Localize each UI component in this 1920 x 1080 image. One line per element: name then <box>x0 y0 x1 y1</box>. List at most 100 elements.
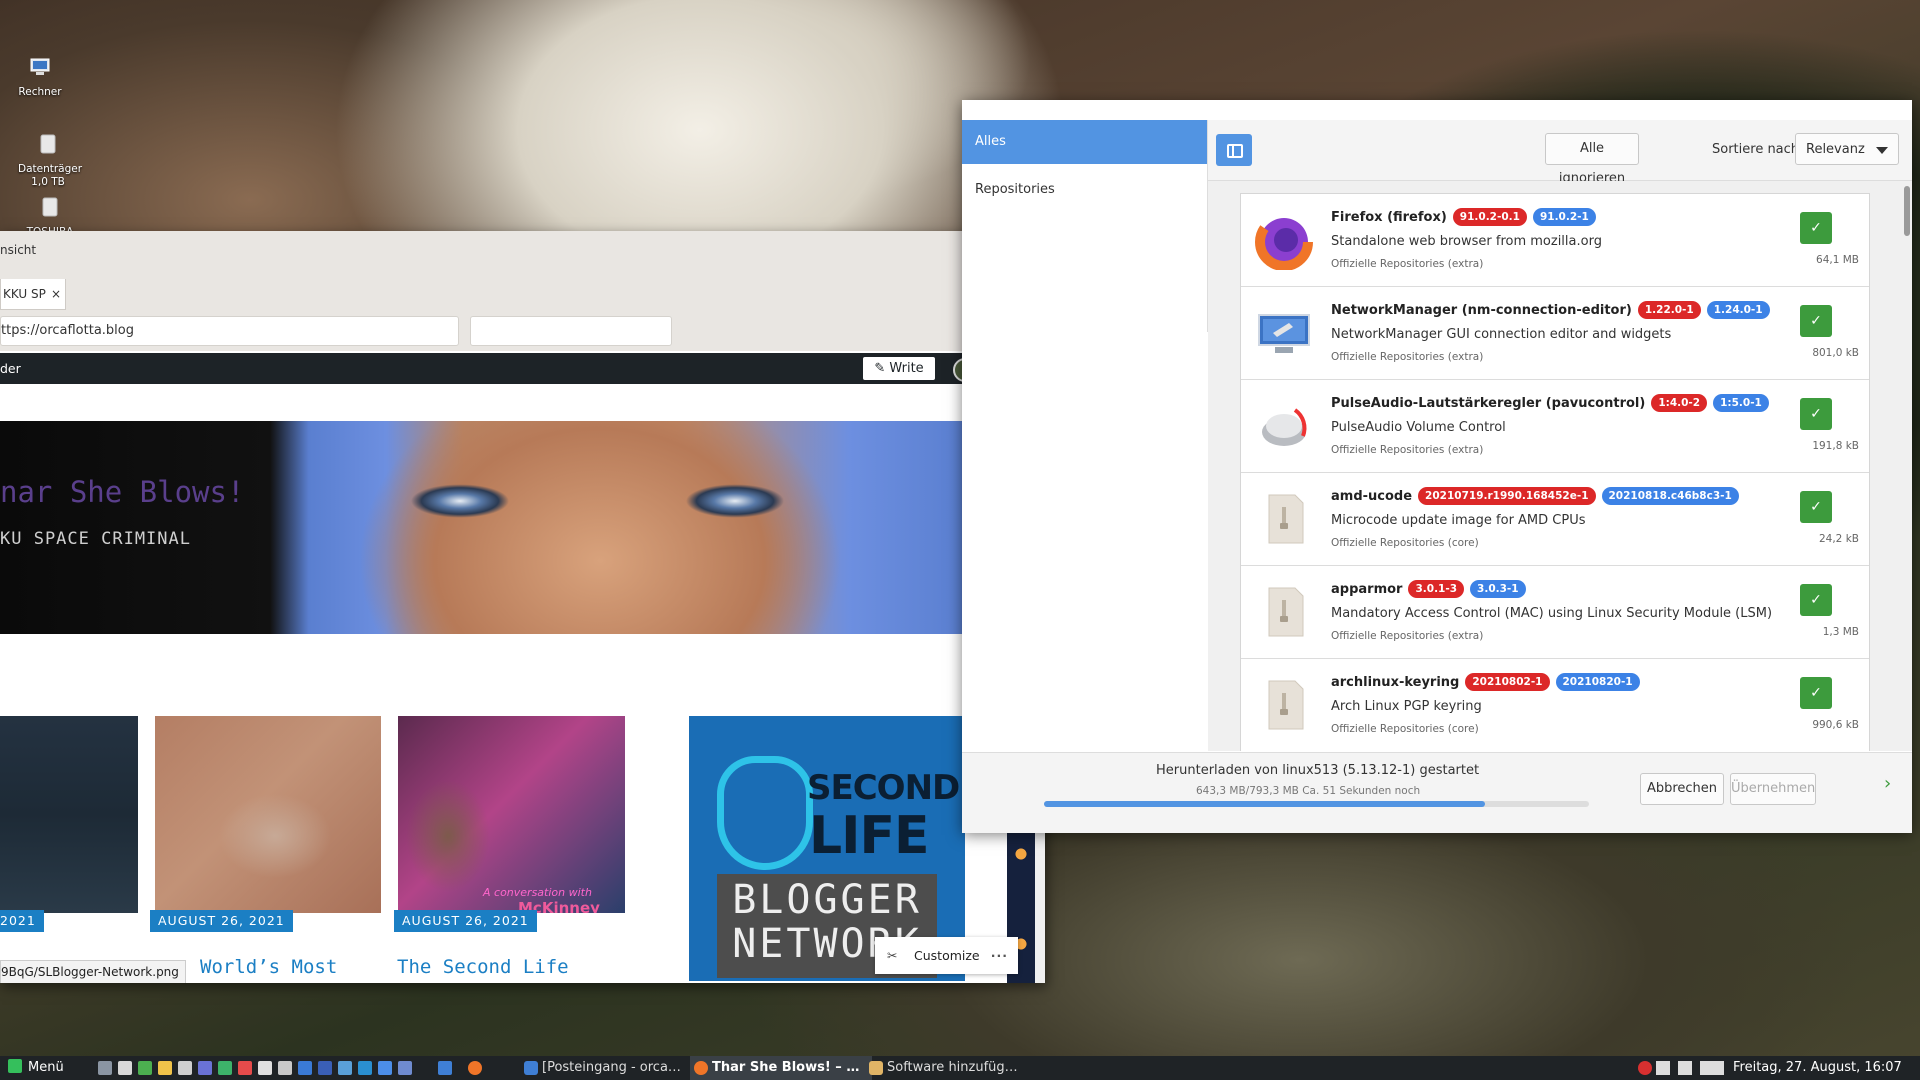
apply-button[interactable]: Übernehmen <box>1730 773 1816 805</box>
thumbnail-caption: A conversation with <box>483 886 592 899</box>
document-icon[interactable] <box>278 1061 292 1075</box>
clock[interactable]: Freitag, 27. August, 16:07 <box>1733 1056 1902 1080</box>
checkmark-icon[interactable]: ✓ <box>1800 305 1832 337</box>
url-bar[interactable]: ttps://orcaflotta.blog <box>0 316 459 346</box>
package-repository: Offizielle Repositories (extra) <box>1331 444 1484 456</box>
mail-icon[interactable] <box>258 1061 272 1075</box>
package-description: NetworkManager GUI connection editor and… <box>1331 327 1672 342</box>
pamac-header: Alle ignorieren Sortiere nach Relevanz <box>1208 120 1912 186</box>
package-size: 191,8 kB <box>1812 440 1859 452</box>
network-icon[interactable] <box>358 1061 372 1075</box>
tab-close-icon[interactable]: × <box>51 279 61 309</box>
post-date[interactable]: 2021 <box>0 910 44 932</box>
screenshot-icon[interactable] <box>198 1061 212 1075</box>
spreadsheet-icon[interactable] <box>318 1061 332 1075</box>
search-bar[interactable] <box>470 316 672 346</box>
browser-toolbar: nsicht KKU SP × ttps://orcaflotta.blog <box>0 231 1045 351</box>
sidebar-toggle-button[interactable] <box>1216 134 1252 166</box>
tab-title: KKU SP <box>3 287 46 301</box>
sidebar-item-repositories[interactable]: Repositories <box>975 182 1055 197</box>
post-thumbnail[interactable] <box>155 716 381 913</box>
sort-dropdown[interactable]: Relevanz <box>1795 133 1899 165</box>
terminal-icon[interactable] <box>138 1061 152 1075</box>
checkmark-icon[interactable]: ✓ <box>1800 491 1832 523</box>
menu-view[interactable]: nsicht <box>0 243 36 257</box>
more-options-icon[interactable]: ··· <box>991 937 1008 974</box>
browser-window: nsicht KKU SP × ttps://orcaflotta.blog d… <box>0 231 1045 983</box>
clipboard-icon[interactable] <box>1678 1061 1692 1075</box>
package-row[interactable]: archlinux-keyring 20210802-1 20210820-1 Arc… <box>1241 659 1869 751</box>
checkmark-icon[interactable]: ✓ <box>1800 398 1832 430</box>
ignore-all-button[interactable]: Alle ignorieren <box>1545 133 1639 186</box>
old-version-badge: 1.22.0-1 <box>1637 301 1701 319</box>
desktop-icon-drive[interactable]: Datenträger 1,0 TB <box>8 133 88 189</box>
browser-tab[interactable]: KKU SP × <box>0 279 66 310</box>
writer-icon[interactable] <box>298 1061 312 1075</box>
package-description: Standalone web browser from mozilla.org <box>1331 234 1602 249</box>
post-date[interactable]: AUGUST 26, 2021 <box>394 910 537 932</box>
settings-icon[interactable] <box>338 1061 352 1075</box>
taskbar-task-active[interactable]: Thar She Blows! – … <box>690 1056 872 1080</box>
firefox-icon <box>694 1061 708 1075</box>
show-desktop-icon[interactable] <box>98 1061 112 1075</box>
update-alert-icon[interactable] <box>1638 1061 1652 1075</box>
taskbar-task[interactable]: [Posteingang - orca… <box>520 1056 707 1080</box>
write-label: Write <box>889 361 924 376</box>
package-repository: Offizielle Repositories (extra) <box>1331 351 1484 363</box>
calculator-icon[interactable] <box>178 1061 192 1075</box>
new-version-badge: 20210818.c46b8c3-1 <box>1601 487 1739 505</box>
keyboard-icon[interactable] <box>1656 1061 1670 1075</box>
package-row[interactable]: Firefox (firefox) 91.0.2-0.1 91.0.2-1 Stand… <box>1241 194 1869 287</box>
post-title[interactable]: World’s Most <box>200 956 337 978</box>
package-name: amd-ucode 20210719.r1990.168452e-1 2021081… <box>1331 487 1739 505</box>
calendar-icon[interactable] <box>238 1061 252 1075</box>
firefox-icon[interactable] <box>468 1061 482 1075</box>
customize-label: Customize <box>914 948 980 963</box>
drive-icon <box>40 134 56 154</box>
file-manager-icon[interactable] <box>118 1061 132 1075</box>
sort-label: Sortiere nach <box>1712 142 1800 157</box>
globe-icon[interactable] <box>378 1061 392 1075</box>
reader-link[interactable]: der <box>0 361 21 376</box>
package-icon <box>1255 582 1313 642</box>
package-title: NetworkManager (nm-connection-editor) <box>1331 303 1632 318</box>
sidebar-item-all[interactable]: Alles <box>962 120 1207 164</box>
package-size: 24,2 kB <box>1818 533 1859 545</box>
start-menu-button[interactable]: Menü <box>8 1056 64 1080</box>
blog-header-image[interactable]: nar She Blows! KU SPACE CRIMINAL <box>0 421 965 634</box>
post-date[interactable]: AUGUST 26, 2021 <box>150 910 293 932</box>
cancel-button[interactable]: Abbrechen <box>1640 773 1724 805</box>
package-row[interactable]: NetworkManager (nm-connection-editor) 1.2… <box>1241 287 1869 380</box>
logo-text: BLOGGER <box>732 877 922 923</box>
package-list-scrollbar[interactable] <box>1904 186 1910 236</box>
thunderbird-icon[interactable] <box>438 1061 452 1075</box>
checkmark-icon[interactable]: ✓ <box>1800 212 1832 244</box>
desktop-icon-computer[interactable]: Rechner <box>0 56 80 99</box>
write-button[interactable]: ✎ Write <box>863 357 935 380</box>
package-row[interactable]: amd-ucode 20210719.r1990.168452e-1 2021081… <box>1241 473 1869 566</box>
post-thumbnail[interactable] <box>0 716 138 913</box>
package-list: Firefox (firefox) 91.0.2-0.1 91.0.2-1 Stand… <box>1208 181 1912 751</box>
download-status: Herunterladen von linux513 (5.13.12-1) g… <box>1156 763 1480 778</box>
checkmark-icon[interactable]: ✓ <box>1800 584 1832 616</box>
post-title[interactable]: The Second Life <box>397 956 569 978</box>
package-title: amd-ucode <box>1331 489 1413 504</box>
package-title: archlinux-keyring <box>1331 675 1460 690</box>
chevron-right-icon[interactable]: › <box>1884 773 1891 794</box>
blog-title[interactable]: nar She Blows! <box>0 475 244 509</box>
wordpress-admin-bar: der ✎ Write 🔔︎ <box>0 353 1035 384</box>
package-row[interactable]: apparmor 3.0.1-3 3.0.3-1 Mandatory Access C… <box>1241 566 1869 659</box>
package-title: apparmor <box>1331 582 1403 597</box>
taskbar-task[interactable]: Software hinzufüg… <box>865 1056 1047 1080</box>
package-row[interactable]: PulseAudio-Lautstärkeregler (pavucontrol… <box>1241 380 1869 473</box>
download-detail: 643,3 MB/793,3 MB Ca. 51 Sekunden noch <box>1196 785 1421 797</box>
vpn-icon[interactable] <box>218 1061 232 1075</box>
customize-button[interactable]: ✂︎ Customize ··· <box>875 937 1018 974</box>
checkmark-icon[interactable]: ✓ <box>1800 677 1832 709</box>
post-thumbnail[interactable]: A conversation with McKinney <box>398 716 625 913</box>
folder-icon[interactable] <box>158 1061 172 1075</box>
chevron-down-icon <box>1876 147 1888 154</box>
chat-icon[interactable] <box>398 1061 412 1075</box>
package-size: 801,0 kB <box>1812 347 1859 359</box>
volume-icon[interactable] <box>1712 1061 1724 1075</box>
